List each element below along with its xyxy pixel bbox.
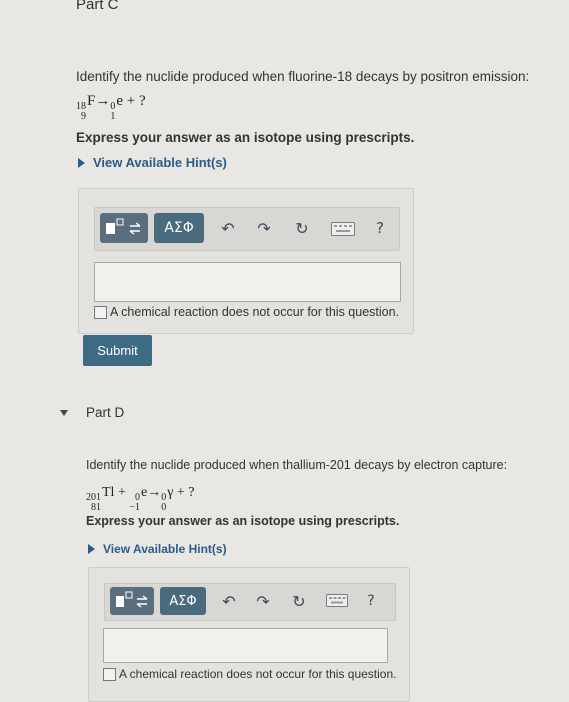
checkbox-box[interactable] [103,667,116,681]
part-d-hint-link[interactable]: View Available Hint(s) [88,542,227,556]
redo-icon[interactable]: ↷ [252,215,276,241]
thallium-nuclide: 201 81 Tl [86,485,115,513]
keyboard-icon[interactable] [326,594,348,607]
undo-icon[interactable]: ↶ [218,589,240,613]
part-d-title: Part D [86,405,125,420]
expand-triangle-icon [88,544,95,554]
part-c-express-instruction: Express your answer as an isotope using … [76,130,415,145]
checkbox-box[interactable] [94,305,107,319]
part-d-collapse-caret[interactable] [60,410,68,418]
fraction-template-icon [116,591,148,608]
redo-icon[interactable]: ↷ [252,589,274,613]
electron-nuclide: 0 −1 e [129,485,148,513]
part-d-equation: 201 81 Tl + 0 −1 e → 00γ + ? [86,485,195,513]
gamma-nuclide: 00γ [161,485,174,513]
reset-icon[interactable]: ↻ [290,215,314,241]
part-d-greek-button[interactable]: ΑΣΦ [160,587,206,615]
part-d-prompt: Identify the nuclide produced when thall… [86,458,508,472]
part-d-answer-input[interactable] [103,628,388,663]
part-c-greek-button[interactable]: ΑΣΦ [154,213,204,243]
undo-icon[interactable]: ↶ [216,215,240,241]
fluorine-nuclide: 18 9 F [76,93,96,122]
part-c-submit-button[interactable]: Submit [83,335,152,366]
part-d-template-button[interactable] [110,587,154,615]
fraction-template-icon [106,218,141,235]
part-c-no-reaction-checkbox[interactable]: A chemical reaction does not occur for t… [94,305,399,319]
positron-nuclide: 01e [110,93,124,122]
part-c-answer-input[interactable] [94,262,401,302]
expand-triangle-icon [78,158,85,168]
part-d-no-reaction-checkbox[interactable]: A chemical reaction does not occur for t… [103,667,396,681]
reset-icon[interactable]: ↻ [288,589,310,613]
part-c-template-button[interactable] [100,213,148,243]
keyboard-icon[interactable] [331,222,355,236]
part-c-title: Part C [76,0,119,13]
part-c-equation: 18 9 F → 01e + ? [76,93,146,122]
part-d-express-instruction: Express your answer as an isotope using … [86,514,400,528]
part-c-hint-link[interactable]: View Available Hint(s) [78,155,227,170]
help-icon[interactable]: ? [362,589,380,613]
part-c-prompt: Identify the nuclide produced when fluor… [76,69,530,84]
help-icon[interactable]: ? [370,215,390,241]
